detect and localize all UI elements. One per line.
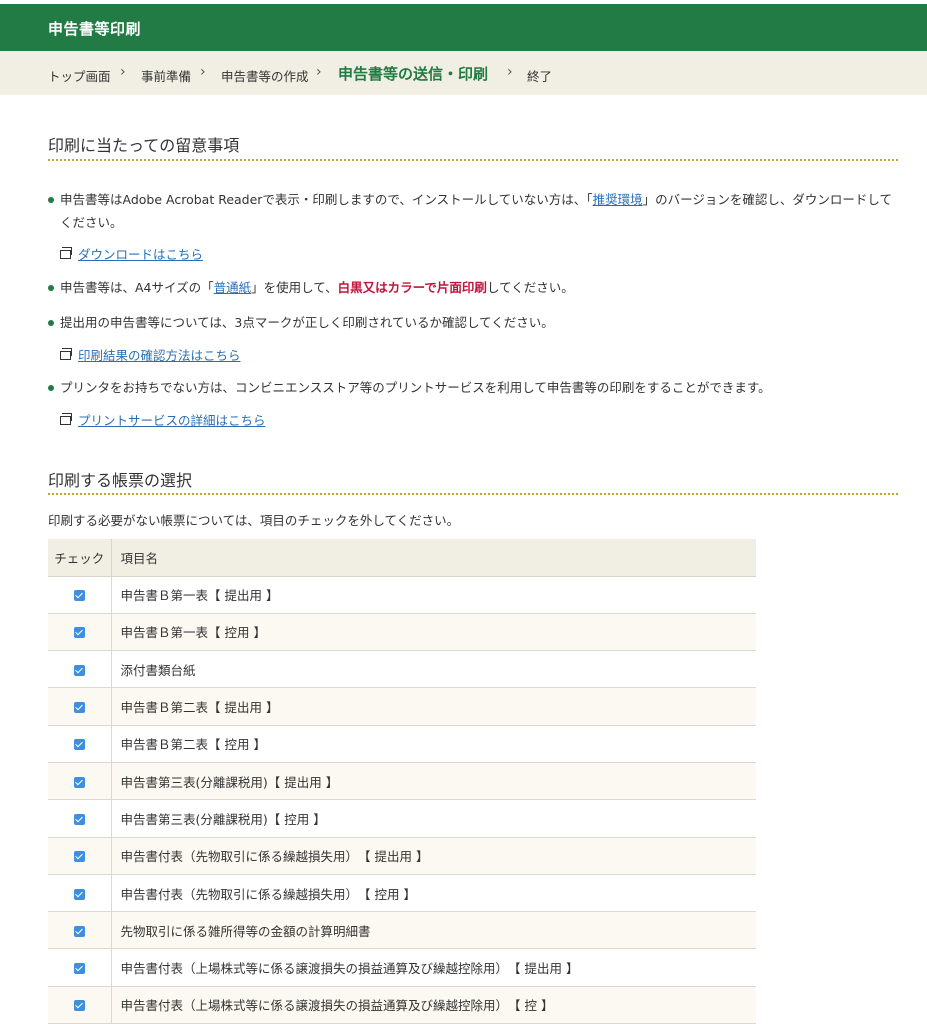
row-form-name: 申告書Ｂ第二表【 提出用 】 <box>111 687 756 726</box>
checkbox-checked-icon[interactable] <box>73 702 85 714</box>
note-item-print-service: プリンタをお持ちでない方は、コンビニエンスストア等のプリントサービスを利用して申… <box>60 380 771 395</box>
row-check-cell <box>48 799 112 838</box>
table-header-row: チェック 項目名 <box>48 539 756 577</box>
notes-heading: 印刷に当たっての留意事項 <box>48 136 240 155</box>
table-row: 申告書付表（上場株式等に係る譲渡損失の損益通算及び繰越控除用） 【 控 】 <box>48 986 756 1024</box>
row-form-name: 申告書Ｂ第一表【 控用 】 <box>111 613 756 652</box>
selection-instruction: 印刷する必要がない帳票については、項目のチェックを外してください。 <box>48 513 460 528</box>
row-check-cell <box>48 911 112 950</box>
table-row: 申告書第三表(分離課税用)【 控用 】 <box>48 799 756 838</box>
chevron-right-icon: › <box>120 64 126 80</box>
external-window-icon <box>60 246 72 259</box>
breadcrumb-item-preparation: 事前準備 <box>141 69 192 84</box>
row-check-cell <box>48 725 112 763</box>
external-window-icon <box>60 412 72 425</box>
page-title: 申告書等印刷 <box>48 20 142 38</box>
row-check-cell <box>48 874 112 913</box>
column-header-name: 項目名 <box>111 539 756 577</box>
plain-paper-link[interactable]: 普通紙 <box>214 280 252 295</box>
selection-divider <box>48 493 898 495</box>
table-row: 申告書Ｂ第一表【 提出用 】 <box>48 576 756 614</box>
download-link[interactable]: ダウンロードはこちら <box>78 244 203 263</box>
column-header-check: チェック <box>48 539 112 577</box>
row-form-name: 申告書付表（先物取引に係る繰越損失用） 【 控用 】 <box>111 874 756 913</box>
checkbox-checked-icon[interactable] <box>73 1000 85 1012</box>
row-check-cell <box>48 576 112 614</box>
print-warning-text: 白黒又はカラーで片面印刷 <box>337 280 487 295</box>
row-check-cell <box>48 687 112 726</box>
checkbox-checked-icon[interactable] <box>73 851 85 863</box>
note-item-acrobat: 申告書等はAdobe Acrobat Readerで表示・印刷しますので、インス… <box>60 192 892 230</box>
table-row: 申告書第三表(分離課税用)【 提出用 】 <box>48 762 756 801</box>
table-row: 申告書Ｂ第二表【 控用 】 <box>48 725 756 763</box>
checkbox-checked-icon[interactable] <box>73 739 85 751</box>
app-header: 申告書等印刷 <box>0 4 927 51</box>
print-service-link-row: プリントサービスの詳細はこちら <box>60 410 266 428</box>
bullet-icon <box>48 385 54 391</box>
chevron-right-icon: › <box>200 64 206 80</box>
checkbox-checked-icon[interactable] <box>73 888 85 900</box>
external-window-icon <box>60 347 72 360</box>
breadcrumb-item-send-print: 申告書等の送信・印刷 <box>338 65 489 83</box>
print-service-link[interactable]: プリントサービスの詳細はこちら <box>78 410 266 429</box>
checkbox-checked-icon[interactable] <box>73 813 85 825</box>
row-form-name: 申告書付表（上場株式等に係る譲渡損失の損益通算及び繰越控除用） 【 控 】 <box>111 986 756 1024</box>
breadcrumb-item-finish: 終了 <box>527 69 553 84</box>
row-form-name: 申告書第三表(分離課税用)【 控用 】 <box>111 799 756 838</box>
row-check-cell <box>48 650 112 689</box>
table-row: 申告書Ｂ第二表【 提出用 】 <box>48 687 756 726</box>
row-form-name: 申告書付表（上場株式等に係る譲渡損失の損益通算及び繰越控除用） 【 提出用 】 <box>111 948 756 987</box>
bullet-icon <box>48 197 54 203</box>
row-form-name: 申告書Ｂ第二表【 控用 】 <box>111 725 756 763</box>
breadcrumb-item-top: トップ画面 <box>48 69 111 84</box>
table-row: 添付書類台紙 <box>48 650 756 689</box>
row-form-name: 申告書第三表(分離課税用)【 提出用 】 <box>111 762 756 801</box>
row-form-name: 申告書Ｂ第一表【 提出用 】 <box>111 576 756 614</box>
checkbox-checked-icon[interactable] <box>73 664 85 676</box>
recommended-environment-link[interactable]: 推奨環境 <box>593 192 643 207</box>
checkbox-checked-icon[interactable] <box>73 590 85 602</box>
checkbox-checked-icon[interactable] <box>73 627 85 639</box>
checkbox-checked-icon[interactable] <box>73 925 85 937</box>
confirm-link-row: 印刷結果の確認方法はこちら <box>60 345 241 363</box>
row-check-cell <box>48 986 112 1024</box>
table-row: 申告書付表（先物取引に係る繰越損失用） 【 提出用 】 <box>48 837 756 875</box>
checkbox-checked-icon[interactable] <box>73 963 85 975</box>
download-link-row: ダウンロードはこちら <box>60 244 203 262</box>
table-row: 申告書Ｂ第一表【 控用 】 <box>48 613 756 652</box>
row-form-name: 先物取引に係る雑所得等の金額の計算明細書 <box>111 911 756 950</box>
print-result-confirm-link[interactable]: 印刷結果の確認方法はこちら <box>78 345 241 364</box>
row-form-name: 申告書付表（先物取引に係る繰越損失用） 【 提出用 】 <box>111 837 756 875</box>
note-item-three-marks: 提出用の申告書等については、3点マークが正しく印刷されているか確認してください。 <box>60 315 554 330</box>
row-form-name: 添付書類台紙 <box>111 650 756 689</box>
checkbox-checked-icon[interactable] <box>73 776 85 788</box>
selection-heading: 印刷する帳票の選択 <box>48 471 193 490</box>
breadcrumb-item-create: 申告書等の作成 <box>221 69 309 84</box>
notes-divider <box>48 159 898 161</box>
table-row: 先物取引に係る雑所得等の金額の計算明細書 <box>48 911 756 950</box>
row-check-cell <box>48 948 112 987</box>
bullet-icon <box>48 320 54 326</box>
table-row: 申告書付表（上場株式等に係る譲渡損失の損益通算及び繰越控除用） 【 提出用 】 <box>48 948 756 987</box>
row-check-cell <box>48 762 112 801</box>
chevron-right-icon: › <box>316 64 322 80</box>
table-body: 申告書Ｂ第一表【 提出用 】申告書Ｂ第一表【 控用 】添付書類台紙 申告書Ｂ第二表… <box>48 576 756 1024</box>
table-row: 申告書付表（先物取引に係る繰越損失用） 【 控用 】 <box>48 874 756 913</box>
chevron-right-icon: › <box>507 64 513 80</box>
form-selection-table: チェック 項目名 申告書Ｂ第一表【 提出用 】申告書Ｂ第一表【 控用 】添付書類… <box>48 539 756 1024</box>
note-item-paper: 申告書等は、A4サイズの「普通紙」を使用して、白黒又はカラーで片面印刷してくださ… <box>60 280 574 295</box>
row-check-cell <box>48 613 112 652</box>
breadcrumb: トップ画面 › 事前準備 › 申告書等の作成 › 申告書等の送信・印刷 › 終了 <box>0 51 927 95</box>
bullet-icon <box>48 285 54 291</box>
row-check-cell <box>48 837 112 875</box>
